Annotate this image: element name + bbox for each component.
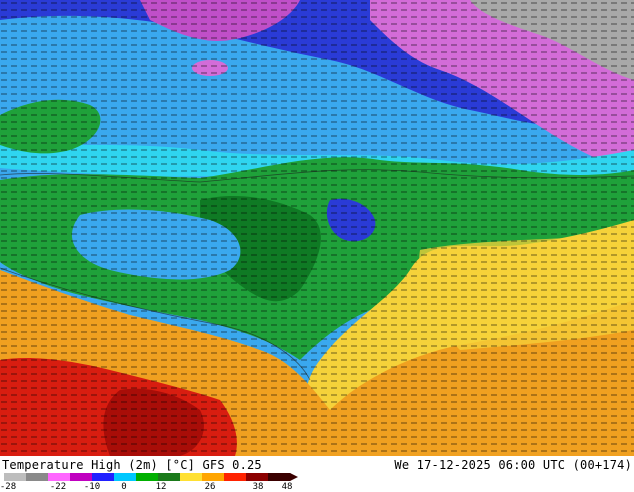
colorbar-segment bbox=[70, 473, 93, 481]
colorbar-tick-label: 12 bbox=[155, 482, 167, 492]
colorbar-segment bbox=[26, 473, 49, 481]
colorbar-segment bbox=[158, 473, 181, 481]
value-grid-overlay bbox=[0, 0, 634, 456]
colorbar-tick-label: -10 bbox=[83, 482, 101, 492]
colorbar-tick-label: 48 bbox=[281, 482, 293, 492]
map-datetime: We 17-12-2025 06:00 UTC (00+174) bbox=[394, 458, 632, 472]
colorbar-segment bbox=[180, 473, 203, 481]
colorbar-segment bbox=[202, 473, 225, 481]
colorbar-segment bbox=[92, 473, 115, 481]
colorbar-tick-label: 26 bbox=[204, 482, 216, 492]
colorbar-strip bbox=[4, 473, 298, 481]
colorbar-tick-label: -22 bbox=[49, 482, 67, 492]
colorbar-arrow bbox=[290, 473, 298, 481]
colorbar-segment bbox=[48, 473, 71, 481]
map-title: Temperature High (2m) [°C] GFS 0.25 bbox=[2, 458, 262, 472]
colorbar-segment bbox=[224, 473, 247, 481]
temperature-map bbox=[0, 0, 634, 456]
colorbar-segment bbox=[136, 473, 159, 481]
colorbar-segment bbox=[114, 473, 137, 481]
map-footer: Temperature High (2m) [°C] GFS 0.25 We 1… bbox=[0, 456, 634, 492]
colorbar-tick-label: 38 bbox=[252, 482, 264, 492]
colorbar-legend: -28 -22 -10 0 12 26 38 48 bbox=[0, 473, 300, 492]
colorbar-tick-label: 0 bbox=[121, 482, 127, 492]
colorbar-segment bbox=[268, 473, 291, 481]
colorbar-tick-label: -28 bbox=[0, 482, 17, 492]
colorbar-segment bbox=[4, 473, 27, 481]
colorbar-segment bbox=[246, 473, 269, 481]
